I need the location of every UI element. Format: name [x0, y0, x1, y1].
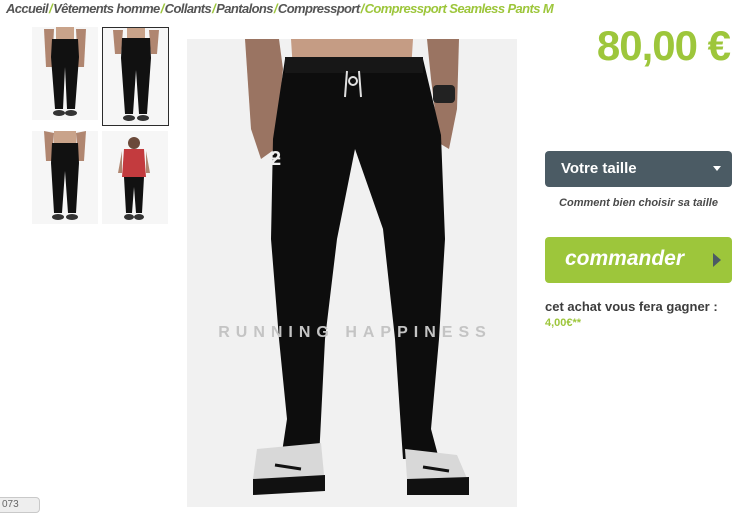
model-red-shirt-icon: [118, 137, 150, 220]
chevron-down-icon: [713, 166, 721, 171]
size-select-label: Votre taille: [561, 160, 637, 177]
model-pants-front-icon: ƻ: [245, 39, 469, 495]
thumb-front-hands-pockets[interactable]: [32, 27, 98, 120]
status-tab[interactable]: 073: [0, 497, 40, 513]
model-pants-front-icon: [113, 28, 159, 121]
reward-amount: 4,00€**: [545, 317, 582, 329]
thumb-front[interactable]: [102, 27, 169, 126]
order-button[interactable]: commander: [545, 237, 732, 283]
breadcrumb-item-compressport[interactable]: Compressport: [278, 1, 360, 16]
breadcrumb: Accueil/Vêtements homme/Collants/Pantalo…: [6, 1, 606, 17]
main-product-image[interactable]: ƻ RUNNING HAPPINESS: [187, 39, 517, 507]
product-price: 80,00 €: [596, 22, 731, 69]
model-pants-front-icon: [44, 27, 86, 116]
thumb-back[interactable]: [32, 131, 98, 224]
size-guide-link[interactable]: Comment bien choisir sa taille: [545, 197, 732, 209]
breadcrumb-item-vetements-homme[interactable]: Vêtements homme: [53, 1, 160, 16]
model-pants-back-icon: [44, 131, 86, 220]
breadcrumb-item-accueil[interactable]: Accueil: [6, 1, 49, 16]
reward-text: cet achat vous fera gagner :: [545, 299, 718, 314]
breadcrumb-current: Compressport Seamless Pants M: [364, 1, 554, 16]
thumb-side-red-shirt[interactable]: [102, 131, 168, 224]
svg-text:ƻ: ƻ: [270, 148, 281, 170]
breadcrumb-item-collants[interactable]: Collants: [165, 1, 212, 16]
order-button-label: commander: [565, 247, 685, 270]
breadcrumb-item-pantalons[interactable]: Pantalons: [216, 1, 273, 16]
watermark: RUNNING HAPPINESS: [218, 324, 492, 341]
play-arrow-icon: [713, 253, 721, 267]
size-select[interactable]: Votre taille: [545, 151, 732, 187]
